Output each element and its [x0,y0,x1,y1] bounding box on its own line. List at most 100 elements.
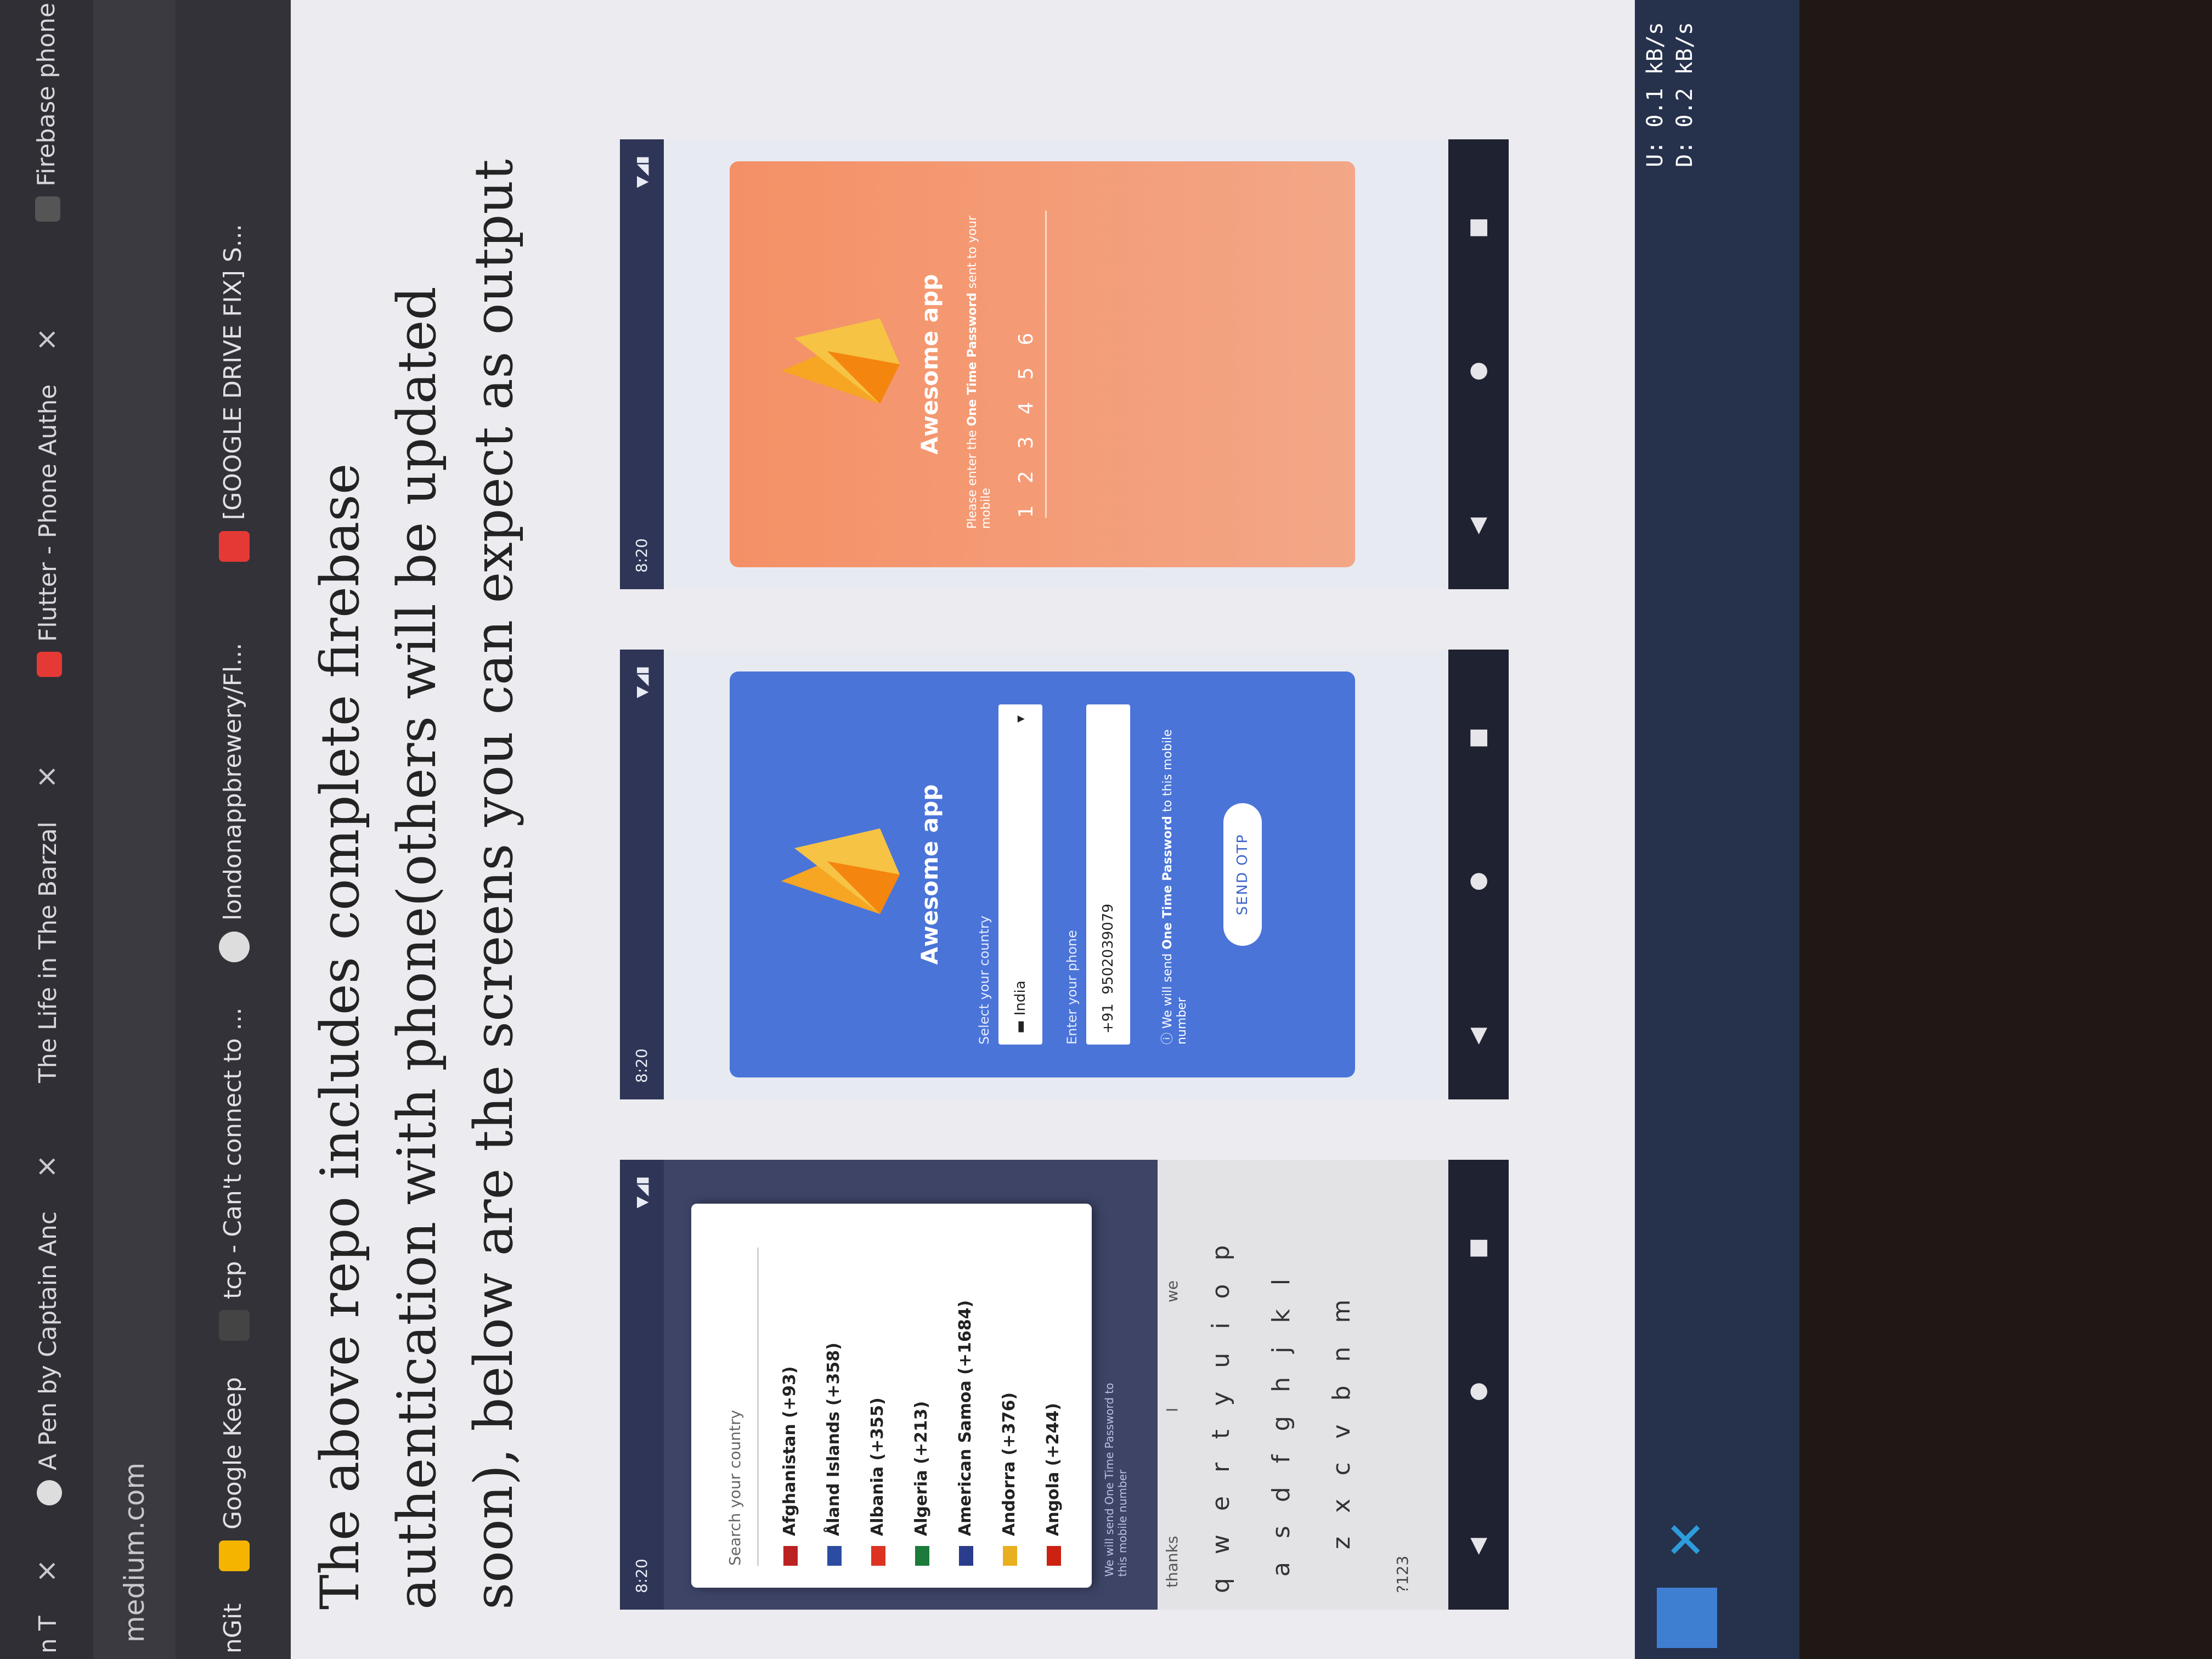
android-nav-bar: ◀ ● ■ [1448,650,1509,1099]
back-icon[interactable]: ◀ [1465,1538,1490,1555]
upload-speed: 0.1 kB/s [1643,22,1668,128]
rotated-browser-view: n T × A Pen by Captain Anc × The Life in T… [0,0,1799,1659]
bookmark-google-drive-fix[interactable]: [GOOGLE DRIVE FIX] S... [198,224,269,562]
monitor-bezel [1799,0,2212,1659]
article-page: The above repo includes complete firebas… [291,0,1635,1659]
codepen-icon [37,1480,62,1505]
start-icon[interactable] [1657,1588,1717,1648]
otp-card: Awesome app Please enter the One Time Pa… [730,161,1355,567]
vscode-icon[interactable]: ✕ [1657,1500,1717,1560]
dropdown-arrow-icon: ▾ [1012,715,1029,723]
bookmark-google-keep[interactable]: Google Keep [198,1377,269,1571]
status-time: 8:20 [633,1559,651,1593]
status-bar: 8:20 ▼◢▮ [620,1160,664,1610]
otp-instructions: Please enter the One Time Password sent … [966,216,993,529]
bookmark-tcp[interactable]: tcp - Can't connect to ... [198,1007,269,1341]
home-icon[interactable]: ● [1465,872,1490,891]
home-icon[interactable]: ● [1465,1382,1490,1401]
keyboard-row-2[interactable]: asdfghjkl [1267,1255,1295,1577]
otp-input[interactable]: 123456 [1015,211,1047,518]
country-item[interactable]: Åland Islands (+358) [812,1342,856,1566]
tab-4[interactable]: Flutter - Phone Authe × [11,328,82,677]
bookmark-label: Google Keep [219,1377,247,1530]
flag-icon [958,1546,973,1566]
suggestion-2[interactable]: I [1163,1408,1181,1412]
tab-label: Firebase phone [32,2,60,187]
phone-input[interactable]: +91 9502039079 [1086,704,1130,1045]
wifi-battery-icon: ▼◢▮ [633,666,651,698]
country-item[interactable]: Albania (+355) [856,1397,900,1566]
country-label: Select your country [977,915,992,1045]
suggestion-1[interactable]: thanks [1163,1536,1181,1588]
keyboard-row-3[interactable]: zxcvbnm [1328,1276,1356,1549]
tab-5[interactable]: Firebase phone [11,3,82,222]
country-select[interactable]: ▬ India ▾ [998,704,1042,1045]
flag-icon [1046,1546,1061,1566]
bookmark-londonappbrewery[interactable]: londonappbrewery/Fl... [198,643,269,962]
screenshot-phone-entry: 8:20 ▼◢▮ Awesome app Select your country… [620,650,1509,1099]
country-search-input[interactable]: Search your country [702,1248,759,1566]
tab-label: The Life in The Barzal [34,821,62,1083]
home-icon[interactable]: ● [1465,362,1490,381]
monitor-screen: n T × A Pen by Captain Anc × The Life in T… [0,0,1799,1659]
phone-label: Enter your phone [1064,930,1080,1045]
country-item[interactable]: Afghanistan (+93) [768,1366,812,1566]
youtube-icon [37,652,62,677]
tab-1[interactable]: n T × [11,1559,82,1654]
article-paragraph: The above repo includes complete firebas… [309,159,524,1610]
close-icon[interactable]: × [30,328,63,352]
tab-label: Flutter - Phone Authe [34,384,62,642]
status-time: 8:20 [633,538,651,573]
send-otp-button[interactable]: SEND OTP [1223,803,1262,946]
on-screen-keyboard: thanks I we qwertyuiop asdfghjkl zxcvbnm… [1158,1160,1448,1610]
close-icon[interactable]: × [30,1559,63,1583]
back-icon[interactable]: ◀ [1465,1028,1490,1045]
app-title: Awesome app [916,274,943,455]
tab-3[interactable]: The Life in The Barzal × [11,765,82,1083]
wifi-battery-icon: ▼◢▮ [633,1176,651,1209]
firebase-logo-icon [781,318,900,404]
flag-icon [827,1546,842,1566]
page-icon [219,1310,250,1341]
network-speed: U: 0.1 kB/s D: 0.2 kB/s [1643,22,1697,167]
tab-2[interactable]: A Pen by Captain Anc × [11,1154,82,1505]
otp-info-text: ⓘ We will send One Time Password to this… [1161,729,1189,1045]
app-title: Awesome app [916,784,943,965]
close-icon[interactable]: × [30,1154,63,1178]
flag-icon [783,1546,798,1566]
browser-tab-bar: n T × A Pen by Captain Anc × The Life in T… [0,0,93,1659]
youtube-icon [219,531,250,562]
country-item[interactable]: Andorra (+376) [988,1392,1031,1566]
bookmark-ngit[interactable]: nGit [198,1604,269,1654]
screenshot-otp-entry: 8:20 ▼◢▮ Awesome app Please enter the On… [620,139,1509,589]
taskbar: ✕ U: 0.1 kB/s D: 0.2 kB/s [1635,0,1799,1659]
country-item[interactable]: American Samoa (+1684) [944,1300,988,1566]
keyboard-row-1[interactable]: qwertyuiop [1207,1222,1235,1593]
url-text: medium.com [119,1462,150,1643]
back-icon[interactable]: ◀ [1465,517,1490,534]
flag-icon [915,1546,929,1566]
close-icon[interactable]: × [30,765,63,789]
bookmark-label: [GOOGLE DRIVE FIX] S... [219,224,247,520]
address-bar[interactable]: medium.com [93,0,176,1659]
recents-icon[interactable]: ■ [1465,727,1490,748]
recents-icon[interactable]: ■ [1465,1238,1490,1259]
bookmark-label: tcp - Can't connect to ... [219,1007,247,1299]
android-nav-bar: ◀ ● ■ [1448,139,1509,589]
country-dialog: Search your country Afghanistan (+93) Ål… [691,1204,1092,1588]
android-nav-bar: ◀ ● ■ [1448,1160,1509,1610]
login-card: Awesome app Select your country ▬ India … [730,672,1355,1077]
flag-icon [871,1546,885,1566]
screenshot-country-picker: 8:20 ▼◢▮ Search your country Afghanistan… [620,1160,1509,1610]
symbols-key[interactable]: ?123 [1393,1556,1412,1593]
country-item[interactable]: Angola (+244) [1031,1403,1075,1566]
india-flag-icon: ▬ [1012,1015,1029,1034]
suggestion-3[interactable]: we [1163,1280,1181,1302]
bookmarks-bar: nGit Google Keep tcp - Can't connect to … [176,0,291,1659]
download-speed: 0.2 kB/s [1672,22,1697,128]
country-item[interactable]: Algeria (+213) [900,1401,944,1566]
bookmark-label: londonappbrewery/Fl... [219,642,247,921]
keep-icon [219,1541,250,1571]
recents-icon[interactable]: ■ [1465,217,1490,238]
tab-label: n T [34,1616,62,1654]
